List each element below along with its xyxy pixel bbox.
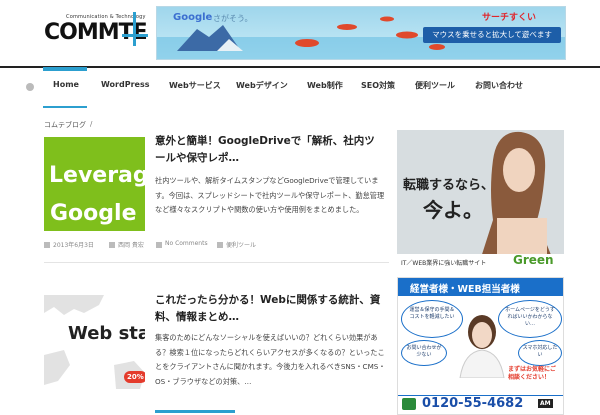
banner-brand: サーチすくい	[482, 13, 537, 23]
banner-sagasou: さがそう。	[213, 14, 253, 23]
nav-item-web-service[interactable]: Webサービス	[169, 80, 221, 91]
nav-item-seo[interactable]: SEO対策	[361, 80, 395, 91]
comment-icon	[156, 242, 162, 248]
thumb-badge-percent: 20%	[124, 371, 145, 383]
sidebar-ad-web-support[interactable]: 経営者様・WEB担当者様 運営＆保守の手間＆コストを軽減したい ホームページをど…	[397, 277, 564, 415]
banner-tagline: マウスを乗せると拡大して遊べます	[432, 30, 552, 39]
breadcrumb-separator: /	[90, 120, 93, 128]
nav-active-indicator	[43, 67, 87, 71]
nav-item-web-production[interactable]: Web制作	[307, 80, 343, 91]
nav-item-wordpress[interactable]: WordPress	[101, 80, 149, 89]
post-title-1[interactable]: 意外と簡単！GoogleDriveで「解析、社内ツールや保守レポ…	[155, 133, 385, 167]
breadcrumb[interactable]: コムテブログ	[44, 120, 86, 130]
ad2-bubble-1: 運営＆保守の手間＆コストを軽減したい	[401, 300, 463, 338]
post-thumbnail-2[interactable]: Web sta 20%	[44, 295, 145, 389]
nav-item-tools[interactable]: 便利ツール	[415, 80, 455, 91]
ad1-headline-1: 転職するなら、	[403, 178, 495, 193]
ad2-woman-art	[459, 315, 505, 378]
post-author[interactable]: 西岡 貴宏	[118, 240, 144, 249]
post-excerpt-1: 社内ツールや、解析タイムスタンプなどGoogleDriveで管理しています。今回…	[155, 176, 385, 214]
post-comments[interactable]: No Comments	[165, 240, 208, 247]
nav-item-contact[interactable]: お問い合わせ	[475, 80, 523, 91]
post-thumbnail-1[interactable]: Leverag Google	[44, 137, 145, 231]
read-more-bar	[155, 410, 235, 413]
calendar-icon	[44, 242, 50, 248]
ad2-bubble-4-text: スマホ対応したい	[522, 345, 558, 358]
ad1-headline-2: 今よ。	[423, 198, 483, 222]
ad2-bubble-3-text: お問い合わせが少ない	[406, 345, 442, 358]
thumb-text-1: Leverag	[49, 163, 145, 188]
header-divider	[0, 66, 600, 68]
ad2-bubble-1-text: 運営＆保守の手間＆コストを軽減したい	[409, 307, 455, 320]
ad2-bubble-2-text: ホームページをどうすればいいかわからない…	[505, 307, 555, 327]
post-title-2[interactable]: これだったら分かる！Webに関係する統計、資料、情報まとめ…	[155, 292, 385, 326]
banner-google-text: Google	[173, 12, 213, 23]
ad2-phone-badge: AM	[538, 399, 553, 408]
post-category[interactable]: 便利ツール	[226, 240, 256, 249]
phone-icon	[402, 398, 416, 410]
nav-item-home[interactable]: Home	[53, 80, 79, 89]
nav-active-underline	[43, 106, 87, 108]
ad1-brand: Green	[513, 253, 554, 267]
ad2-bubble-4: スマホ対応したい	[518, 340, 562, 366]
ad1-footer-text: IT／WEB業界に強い転職サイト	[401, 260, 487, 267]
ad2-phone[interactable]: 0120-55-4682	[422, 396, 523, 411]
logo-plus-icon	[122, 12, 148, 46]
ad2-bubble-3: お問い合わせが少ない	[401, 340, 447, 366]
ad2-title: 経営者様・WEB担当者様	[410, 284, 520, 295]
banner-tagline-box: マウスを乗せると拡大して遊べます	[423, 27, 561, 43]
folder-icon	[217, 242, 223, 248]
author-icon	[109, 242, 115, 248]
nav-dot-icon	[26, 83, 34, 91]
thumb-text-web-stats: Web sta	[68, 323, 145, 344]
top-banner-ad[interactable]: Google さがそう。 サーチすくい マウスを乗せると拡大して遊べます	[156, 6, 566, 60]
post-date: 2013年6月3日	[53, 242, 94, 249]
post-divider	[44, 262, 389, 263]
ad2-cta: まずはお気軽にご相談ください！	[508, 366, 556, 381]
thumb-text-2: Google	[50, 201, 137, 226]
nav-item-web-design[interactable]: Webデザイン	[236, 80, 288, 91]
post-excerpt-2: 集客のためにどんなソーシャルを使えばいいの？どれくらい効果がある？検索１位になっ…	[155, 333, 386, 386]
sidebar-ad-career[interactable]: 転職するなら、 今よ。 IT／WEB業界に強い転職サイト Green	[397, 130, 564, 270]
